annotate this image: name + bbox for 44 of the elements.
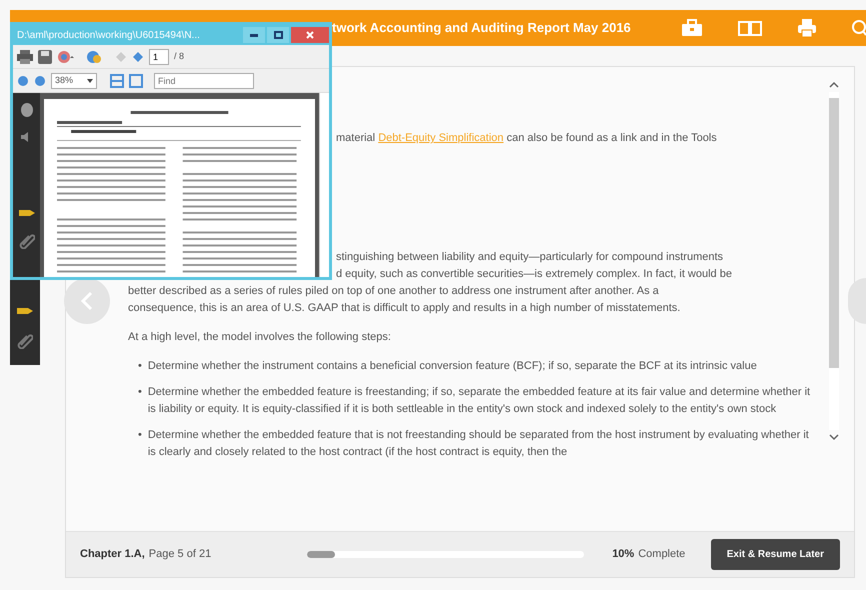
share-icon[interactable] (57, 50, 75, 64)
print-icon[interactable] (17, 50, 33, 64)
fit-width-icon[interactable] (129, 74, 143, 88)
page-number-field[interactable]: 1 (149, 48, 169, 64)
chevron-left-icon (80, 291, 94, 311)
paragraph-line: better described as a series of rules piled on top of one another to address one instrument after another. As a (128, 284, 660, 299)
scroll-up-icon[interactable] (829, 81, 839, 88)
caret-icon (87, 78, 93, 82)
close-icon (306, 31, 314, 39)
close-button[interactable] (291, 27, 329, 43)
percent-label: 10% (612, 547, 634, 562)
report-title: twork Accounting and Auditing Report May 2016 (332, 19, 631, 38)
tag-icon[interactable] (18, 207, 36, 219)
page-label: Page 5 of 21 (148, 547, 212, 562)
save-icon[interactable] (38, 50, 52, 64)
minimize-icon (250, 34, 258, 36)
paragraph-line: d equity, such as convertible securities—is extremely complex. In fact, it would be (336, 267, 733, 282)
maximize-icon (274, 31, 282, 39)
complete-label: Complete (638, 547, 686, 562)
chapter-label: Chapter 1.A, (80, 547, 145, 562)
next-page-icon[interactable] (132, 50, 144, 62)
viewer-scrollbar[interactable] (319, 93, 329, 277)
find-field[interactable]: Find (154, 72, 254, 88)
zoom-dropdown[interactable]: 38% (51, 72, 97, 88)
step-text: Determine whether the embedded feature that is not freestanding should be separated from the host instrument by evaluating whether it is clearly and closely related to the host contract (if the host contract is equity, then the (148, 428, 810, 460)
step-text: Determine whether the embedded feature is freestanding; if so, separate the embedded feature at its fair value and determine whether it is liability or equity. It is equity-classified if it is both settleable in the entity's own stock and indexed solely to the entity's own stock (148, 385, 812, 417)
globe-icon[interactable] (86, 50, 102, 64)
exit-button[interactable]: Exit & Resume Later (710, 539, 840, 570)
step-text: Determine whether the instrument contains a beneficial conversion feature (BCF); if so, separate the BCF at its intrinsic value (148, 359, 757, 374)
paragraph-line: stinguishing between liability and equity—particularly for compound instruments (336, 250, 724, 265)
scrollbar[interactable] (829, 92, 839, 430)
tag-icon[interactable] (16, 305, 34, 317)
intro-text: material Debt-Equity Simplification can also be found as a link and in the Tools (336, 131, 718, 146)
fit-page-icon[interactable] (110, 74, 124, 88)
bullet-mark: • (138, 428, 142, 443)
maximize-button[interactable] (267, 27, 289, 43)
lead-text: At a high level, the model involves the following steps: (128, 330, 392, 345)
bullet-mark: • (138, 359, 142, 374)
paragraph-line: consequence, this is an area of U.S. GAAP that is difficult to apply and results in a high number of misstatements. (128, 301, 682, 316)
scroll-down-icon[interactable] (829, 434, 839, 441)
window-title: D:\aml\production\working\U6015494\N... (17, 28, 201, 42)
page-total: / 8 (174, 50, 184, 63)
bullet-mark: • (138, 385, 142, 400)
minimize-button[interactable] (243, 27, 265, 43)
